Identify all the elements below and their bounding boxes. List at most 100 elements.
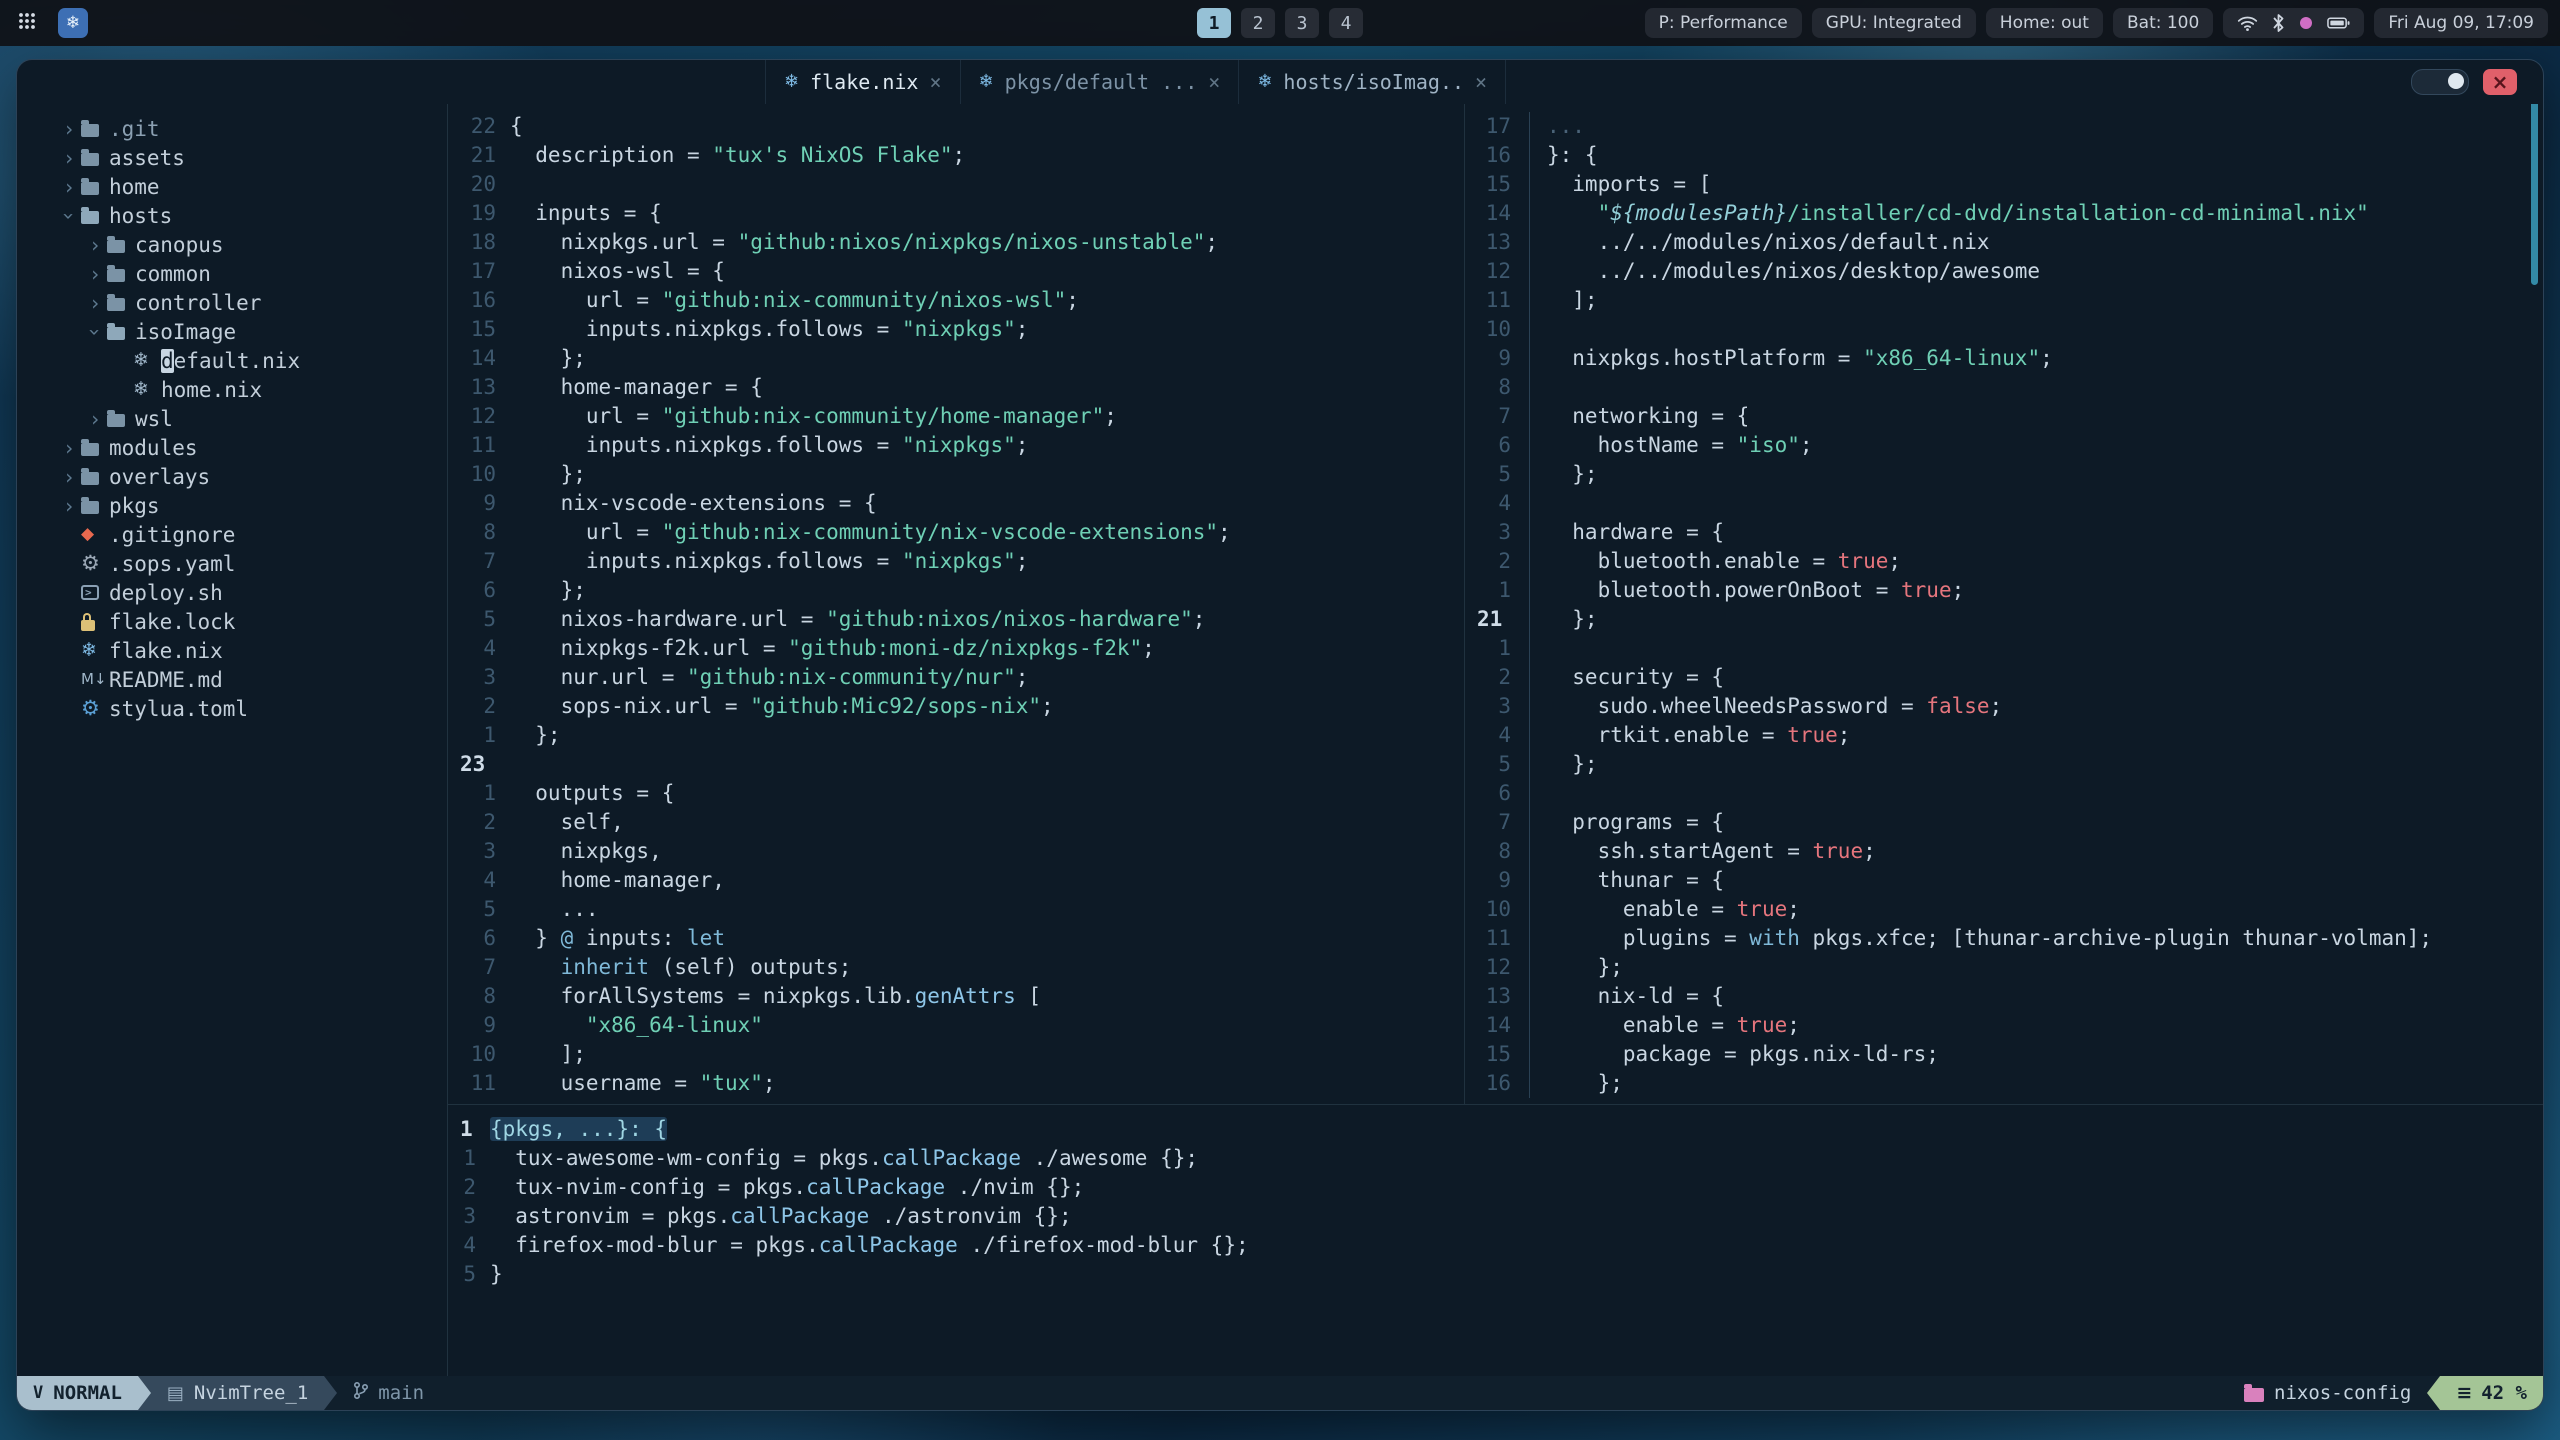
tree-item-.git[interactable]: › .git	[17, 114, 447, 143]
code-line[interactable]: 6 } @ inputs: let	[448, 924, 1464, 953]
chevron-right-icon[interactable]: ›	[83, 262, 107, 286]
code-line[interactable]: 14 "${modulesPath}/installer/cd-dvd/inst…	[1465, 199, 2543, 228]
code-line[interactable]: 14 enable = true;	[1465, 1011, 2543, 1040]
code-line[interactable]: 8 ssh.startAgent = true;	[1465, 837, 2543, 866]
tree-item-default.nix[interactable]: ❄ default.nix	[17, 346, 447, 375]
code-line[interactable]: 22 {	[448, 112, 1464, 141]
code-line[interactable]: 15 inputs.nixpkgs.follows = "nixpkgs";	[448, 315, 1464, 344]
chevron-down-icon[interactable]: ›	[83, 320, 107, 344]
window-toggle-button[interactable]	[2411, 69, 2469, 95]
workspace-button-2[interactable]: 2	[1241, 8, 1275, 38]
code-line[interactable]: 11 plugins = with pkgs.xfce; [thunar-arc…	[1465, 924, 2543, 953]
code-line[interactable]: 12 ../../modules/nixos/desktop/awesome	[1465, 257, 2543, 286]
code-line[interactable]: 3 nixpkgs,	[448, 837, 1464, 866]
code-line[interactable]: 1 outputs = {	[448, 779, 1464, 808]
code-line[interactable]: 6 hostName = "iso";	[1465, 431, 2543, 460]
code-line[interactable]: 1 {pkgs, ...}: {	[448, 1115, 2543, 1144]
chevron-right-icon[interactable]: ›	[83, 407, 107, 431]
tree-item-.sops.yaml[interactable]: ⚙ .sops.yaml	[17, 549, 447, 578]
code-line[interactable]: 7 programs = {	[1465, 808, 2543, 837]
code-line[interactable]: 1	[1465, 634, 2543, 663]
code-line[interactable]: 2 sops-nix.url = "github:Mic92/sops-nix"…	[448, 692, 1464, 721]
tab-close-icon[interactable]: ×	[929, 70, 941, 94]
code-line[interactable]: 5 nixos-hardware.url = "github:nixos/nix…	[448, 605, 1464, 634]
window-close-button[interactable]: ×	[2483, 69, 2517, 95]
tree-item-overlays[interactable]: › overlays	[17, 462, 447, 491]
code-line[interactable]: 23	[448, 750, 1464, 779]
code-line[interactable]: 5 };	[1465, 460, 2543, 489]
code-line[interactable]: 17...	[1465, 112, 2543, 141]
code-line[interactable]: 9 "x86_64-linux"	[448, 1011, 1464, 1040]
tree-item-home.nix[interactable]: ❄ home.nix	[17, 375, 447, 404]
code-line[interactable]: 2 bluetooth.enable = true;	[1465, 547, 2543, 576]
code-line[interactable]: 3 hardware = {	[1465, 518, 2543, 547]
code-line[interactable]: 6	[1465, 779, 2543, 808]
code-line[interactable]: 16}: {	[1465, 141, 2543, 170]
code-line[interactable]: 8 url = "github:nix-community/nix-vscode…	[448, 518, 1464, 547]
code-line[interactable]: 7 inherit (self) outputs;	[448, 953, 1464, 982]
code-line[interactable]: 10 ];	[448, 1040, 1464, 1069]
workspace-button-3[interactable]: 3	[1285, 8, 1319, 38]
code-line[interactable]: 4 rtkit.enable = true;	[1465, 721, 2543, 750]
tree-item-hosts[interactable]: › hosts	[17, 201, 447, 230]
chevron-right-icon[interactable]: ›	[57, 175, 81, 199]
code-line[interactable]: 1 };	[448, 721, 1464, 750]
buffer-tab[interactable]: ❄ flake.nix ×	[765, 60, 960, 104]
workspace-button-1[interactable]: 1	[1197, 8, 1231, 38]
color-dot-icon[interactable]	[2299, 16, 2313, 30]
tree-item-modules[interactable]: › modules	[17, 433, 447, 462]
tree-item-flake.lock[interactable]: flake.lock	[17, 607, 447, 636]
code-line[interactable]: 10	[1465, 315, 2543, 344]
tree-item-.gitignore[interactable]: ◆ .gitignore	[17, 520, 447, 549]
tree-item-pkgs[interactable]: › pkgs	[17, 491, 447, 520]
buffer-tab[interactable]: ❄ hosts/isoImag.. ×	[1238, 60, 1507, 104]
code-line[interactable]: 3 astronvim = pkgs.callPackage ./astronv…	[448, 1202, 2543, 1231]
chevron-right-icon[interactable]: ›	[57, 117, 81, 141]
chevron-right-icon[interactable]: ›	[83, 291, 107, 315]
chevron-right-icon[interactable]: ›	[57, 494, 81, 518]
tab-close-icon[interactable]: ×	[1208, 70, 1220, 94]
tree-item-wsl[interactable]: › wsl	[17, 404, 447, 433]
apps-menu-button[interactable]	[12, 8, 42, 38]
code-line[interactable]: 10 enable = true;	[1465, 895, 2543, 924]
code-line[interactable]: 16 };	[1465, 1069, 2543, 1098]
code-line[interactable]: 1 tux-awesome-wm-config = pkgs.callPacka…	[448, 1144, 2543, 1173]
code-line[interactable]: 16 url = "github:nix-community/nixos-wsl…	[448, 286, 1464, 315]
chevron-right-icon[interactable]: ›	[83, 233, 107, 257]
tree-item-home[interactable]: › home	[17, 172, 447, 201]
code-line[interactable]: 21 };	[1465, 605, 2543, 634]
code-line[interactable]: 2 tux-nvim-config = pkgs.callPackage ./n…	[448, 1173, 2543, 1202]
code-line[interactable]: 7 inputs.nixpkgs.follows = "nixpkgs";	[448, 547, 1464, 576]
code-line[interactable]: 7 networking = {	[1465, 402, 2543, 431]
code-line[interactable]: 21 description = "tux's NixOS Flake";	[448, 141, 1464, 170]
tree-item-README.md[interactable]: M↓ README.md	[17, 665, 447, 694]
battery-icon[interactable]	[2327, 16, 2350, 30]
code-line[interactable]: 4 firefox-mod-blur = pkgs.callPackage ./…	[448, 1231, 2543, 1260]
tree-item-common[interactable]: › common	[17, 259, 447, 288]
code-line[interactable]: 9 nix-vscode-extensions = {	[448, 489, 1464, 518]
chevron-right-icon[interactable]: ›	[57, 465, 81, 489]
tree-item-isoImage[interactable]: › isoImage	[17, 317, 447, 346]
code-line[interactable]: 15 imports = [	[1465, 170, 2543, 199]
code-line[interactable]: 5}	[448, 1260, 2543, 1289]
code-line[interactable]: 15 package = pkgs.nix-ld-rs;	[1465, 1040, 2543, 1069]
code-line[interactable]: 5 };	[1465, 750, 2543, 779]
code-line[interactable]: 4 home-manager,	[448, 866, 1464, 895]
code-line[interactable]: 10 };	[448, 460, 1464, 489]
code-line[interactable]: 11 ];	[1465, 286, 2543, 315]
tree-item-flake.nix[interactable]: ❄ flake.nix	[17, 636, 447, 665]
workspace-button-4[interactable]: 4	[1329, 8, 1363, 38]
tree-item-assets[interactable]: › assets	[17, 143, 447, 172]
buffer-tab[interactable]: ❄ pkgs/default ... ×	[959, 60, 1239, 104]
tree-item-deploy.sh[interactable]: > deploy.sh	[17, 578, 447, 607]
chevron-right-icon[interactable]: ›	[57, 146, 81, 170]
code-line[interactable]: 1 bluetooth.powerOnBoot = true;	[1465, 576, 2543, 605]
code-line[interactable]: 3 nur.url = "github:nix-community/nur";	[448, 663, 1464, 692]
code-line[interactable]: 17 nixos-wsl = {	[448, 257, 1464, 286]
code-line[interactable]: 13 home-manager = {	[448, 373, 1464, 402]
chevron-down-icon[interactable]: ›	[57, 204, 81, 228]
code-line[interactable]: 18 nixpkgs.url = "github:nixos/nixpkgs/n…	[448, 228, 1464, 257]
code-line[interactable]: 20	[448, 170, 1464, 199]
scrollbar[interactable]	[2531, 104, 2538, 285]
code-line[interactable]: 8	[1465, 373, 2543, 402]
